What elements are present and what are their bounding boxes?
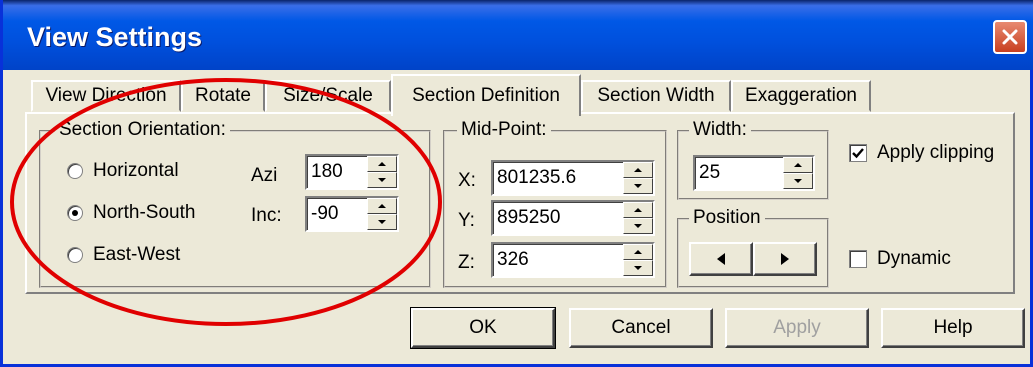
dynamic-label: Dynamic	[877, 248, 951, 269]
checkmark-icon	[852, 148, 864, 159]
y-label: Y:	[458, 210, 475, 231]
azi-up-arrow-icon[interactable]	[367, 156, 397, 172]
z-down-arrow-icon[interactable]	[623, 260, 653, 276]
tab-rotate[interactable]: Rotate	[181, 80, 265, 112]
tab-section-width[interactable]: Section Width	[581, 80, 731, 112]
mid-point-legend: Mid-Point:	[457, 119, 551, 141]
z-up-arrow-icon[interactable]	[623, 244, 653, 260]
window-title: View Settings	[27, 22, 203, 52]
y-down-arrow-icon[interactable]	[623, 218, 653, 234]
radio-north-south[interactable]: North-South	[67, 202, 195, 224]
width-down-arrow-icon[interactable]	[783, 173, 813, 189]
apply-clipping-label: Apply clipping	[877, 142, 995, 163]
width-up-arrow-icon[interactable]	[783, 157, 813, 173]
z-label: Z:	[458, 252, 475, 273]
arrow-right-icon	[781, 253, 789, 265]
width-spinner[interactable]	[783, 157, 813, 189]
z-spinner[interactable]	[623, 244, 653, 276]
y-up-arrow-icon[interactable]	[623, 202, 653, 218]
arrow-left-icon	[717, 253, 725, 265]
x-up-arrow-icon[interactable]	[623, 162, 653, 178]
close-icon	[1002, 29, 1018, 45]
tab-view-direction[interactable]: View Direction	[31, 80, 181, 112]
radio-east-west-circle[interactable]	[67, 247, 83, 263]
x-down-arrow-icon[interactable]	[623, 178, 653, 194]
radio-north-south-circle[interactable]	[67, 205, 83, 221]
dynamic-box[interactable]	[849, 250, 867, 268]
apply-clipping-box[interactable]	[849, 144, 867, 162]
tab-section-definition[interactable]: Section Definition	[391, 74, 581, 116]
dynamic-checkbox[interactable]: Dynamic	[849, 248, 951, 270]
section-orientation-legend: Section Orientation:	[55, 119, 230, 141]
position-legend: Position	[689, 207, 765, 229]
inc-up-arrow-icon[interactable]	[367, 198, 397, 214]
tab-size-scale[interactable]: Size/Scale	[265, 80, 391, 112]
radio-horizontal[interactable]: Horizontal	[67, 160, 179, 182]
inc-down-arrow-icon[interactable]	[367, 214, 397, 230]
apply-button[interactable]: Apply	[725, 308, 869, 348]
x-spinner[interactable]	[623, 162, 653, 194]
inc-spinner[interactable]	[367, 198, 397, 230]
close-button[interactable]	[993, 20, 1027, 54]
width-legend: Width:	[689, 119, 751, 141]
radio-north-south-label: North-South	[93, 202, 196, 223]
position-right-button[interactable]	[753, 242, 817, 276]
inc-label: Inc:	[251, 205, 282, 226]
y-spinner[interactable]	[623, 202, 653, 234]
radio-horizontal-label: Horizontal	[93, 160, 179, 181]
azi-down-arrow-icon[interactable]	[367, 172, 397, 188]
tab-exaggeration[interactable]: Exaggeration	[731, 80, 871, 112]
azi-label: Azi	[251, 165, 278, 186]
help-button[interactable]: Help	[881, 308, 1025, 348]
cancel-button[interactable]: Cancel	[569, 308, 713, 348]
position-left-button[interactable]	[689, 242, 753, 276]
azi-spinner[interactable]	[367, 156, 397, 188]
x-label: X:	[458, 170, 476, 191]
view-settings-dialog: View Settings View Direction Rotate Size…	[0, 0, 1033, 367]
title-bar[interactable]: View Settings	[3, 0, 1033, 70]
radio-east-west-label: East-West	[93, 244, 181, 265]
radio-east-west[interactable]: East-West	[67, 244, 180, 266]
radio-horizontal-circle[interactable]	[67, 163, 83, 179]
ok-button[interactable]: OK	[410, 307, 556, 349]
apply-clipping-checkbox[interactable]: Apply clipping	[849, 142, 994, 164]
